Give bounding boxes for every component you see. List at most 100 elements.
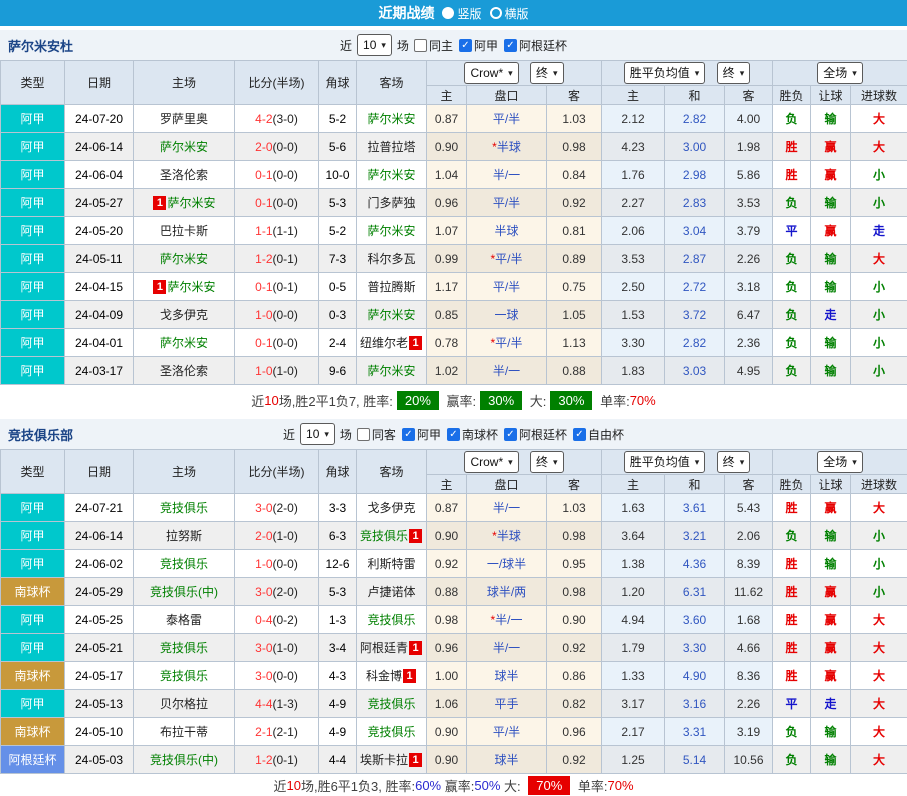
league-cell: 阿甲 (1, 133, 65, 161)
team-name: 竞技俱乐 (160, 641, 208, 655)
league-cell: 阿甲 (1, 522, 65, 550)
league-cell: 阿甲 (1, 494, 65, 522)
result-wdl-cell: 负 (773, 105, 811, 133)
mean-stage-select[interactable]: 终▾ (717, 451, 751, 473)
mean-stage-select[interactable]: 终▾ (717, 62, 751, 84)
chevron-down-icon: ▾ (508, 454, 513, 470)
mean-draw-cell: 2.82 (665, 329, 725, 357)
filter-checkbox[interactable]: ✓阿根廷杯 (504, 426, 567, 443)
corner-cell: 2-4 (319, 329, 357, 357)
score-cell: 2-1(2-1) (235, 718, 319, 746)
filter-checkbox[interactable]: ✓南球杯 (447, 426, 498, 443)
odds-stage-select[interactable]: 终▾ (530, 62, 564, 84)
result-group-header: 全场▾ (773, 61, 907, 86)
summary-part: 场,胜2平1负7, 胜率: (279, 391, 393, 410)
result-handicap-cell: 赢 (811, 578, 851, 606)
handicap-cell: *平/半 (467, 245, 547, 273)
result-goals-cell: 小 (851, 161, 907, 189)
odds-away-cell: 0.89 (547, 245, 602, 273)
away-team-cell: 竞技俱乐 (357, 690, 427, 718)
mean-type-select[interactable]: 胜平负均值▾ (624, 451, 706, 473)
date-cell: 24-04-15 (65, 273, 134, 301)
filter-checkbox[interactable]: ✓阿甲 (402, 426, 441, 443)
team-name: 罗萨里奥 (160, 112, 208, 126)
bookmaker-select[interactable]: Crow*▾ (464, 451, 518, 473)
team-name: 萨尔米安 (367, 168, 415, 182)
filter-bar: 近 10 ▾ 场 同主✓阿甲✓阿根廷杯 (340, 34, 567, 56)
result-handicap-cell: 输 (811, 522, 851, 550)
odds-stage-select[interactable]: 终▾ (530, 451, 564, 473)
away-team-cell: 利斯特雷 (357, 550, 427, 578)
checkbox-icon: ✓ (459, 39, 472, 52)
team-name: 萨尔米安 (367, 308, 415, 322)
chevron-down-icon: ▾ (852, 65, 857, 81)
mean-away-cell: 3.19 (725, 718, 773, 746)
filter-checkbox[interactable]: 同主 (414, 37, 453, 54)
result-wdl-cell: 胜 (773, 550, 811, 578)
filter-checkbox[interactable]: ✓阿根廷杯 (504, 37, 567, 54)
mean-draw-cell: 4.90 (665, 662, 725, 690)
team-name: 萨尔米安 (160, 140, 208, 154)
score-main: 3-0 (255, 641, 272, 655)
result-wdl-cell: 负 (773, 301, 811, 329)
odds-home-cell: 0.90 (427, 718, 467, 746)
team-name: 萨尔米安 (367, 112, 415, 126)
radio-vertical-layout[interactable]: 竖版 (442, 5, 481, 22)
result-wdl-cell: 负 (773, 329, 811, 357)
odds-home-cell: 0.78 (427, 329, 467, 357)
radio-horizontal-layout[interactable]: 横版 (490, 5, 529, 22)
team-name: 萨尔米安 (160, 252, 208, 266)
filter-checkbox[interactable]: ✓阿甲 (459, 37, 498, 54)
mean-draw-cell: 5.14 (665, 746, 725, 774)
asterisk-mark: * (490, 252, 495, 266)
match-count-select[interactable]: 10 ▾ (357, 34, 392, 56)
mean-stage-value: 终 (723, 65, 735, 81)
mean-draw-cell: 3.16 (665, 690, 725, 718)
radio-vertical-label: 竖版 (457, 5, 481, 22)
col-header-corner: 角球 (319, 61, 357, 105)
league-cell: 阿甲 (1, 329, 65, 357)
section-header: 萨尔米安杜 近 10 ▾ 场 同主✓阿甲✓阿根廷杯 (0, 30, 907, 60)
match-count-select[interactable]: 10 ▾ (300, 423, 335, 445)
filter-checkbox[interactable]: ✓自由杯 (573, 426, 624, 443)
home-team-cell: 戈多伊克 (134, 301, 235, 329)
team-name: 贝尔格拉 (160, 697, 208, 711)
match-row: 阿甲24-05-25泰格雷0-4(0-2)1-3竞技俱乐0.98*半/一0.90… (1, 606, 907, 634)
mean-away-cell: 1.98 (725, 133, 773, 161)
odds-stage-value: 终 (536, 454, 548, 470)
score-cell: 1-0(1-0) (235, 357, 319, 385)
result-handicap-cell: 赢 (811, 606, 851, 634)
scope-select[interactable]: 全场▾ (817, 451, 863, 473)
league-cell: 阿甲 (1, 217, 65, 245)
mean-type-select[interactable]: 胜平负均值▾ (624, 62, 706, 84)
col-header-odds-away: 客 (547, 475, 602, 494)
mean-away-cell: 2.36 (725, 329, 773, 357)
odds-away-cell: 1.03 (547, 494, 602, 522)
summary-part: 30% (550, 391, 592, 410)
near-label: 近 (340, 37, 352, 54)
odds-group-header: Crow*▾ 终▾ (427, 61, 602, 86)
team-name: 普拉腾斯 (367, 280, 415, 294)
score-main: 1-0 (255, 557, 272, 571)
odds-away-cell: 0.96 (547, 718, 602, 746)
red-card-badge: 1 (153, 280, 166, 294)
team-name: 戈多伊克 (367, 501, 415, 515)
bookmaker-select[interactable]: Crow*▾ (464, 62, 518, 84)
filter-checkbox[interactable]: 同客 (357, 426, 396, 443)
mean-draw-cell: 2.83 (665, 189, 725, 217)
scope-select[interactable]: 全场▾ (817, 62, 863, 84)
match-row: 南球杯24-05-17竞技俱乐3-0(0-0)4-3科金博11.00球半0.86… (1, 662, 907, 690)
col-header-away: 客场 (357, 61, 427, 105)
score-half: (1-0) (273, 641, 298, 655)
result-goals-cell: 大 (851, 133, 907, 161)
score-half: (1-0) (273, 364, 298, 378)
odds-away-cell: 0.75 (547, 273, 602, 301)
date-cell: 24-05-17 (65, 662, 134, 690)
score-cell: 3-0(2-0) (235, 494, 319, 522)
match-count-value: 10 (363, 37, 376, 53)
result-wdl-cell: 平 (773, 690, 811, 718)
score-cell: 1-2(0-1) (235, 746, 319, 774)
chevron-down-icon: ▾ (695, 454, 700, 470)
league-cell: 阿甲 (1, 606, 65, 634)
summary-part: 70% (528, 776, 570, 795)
